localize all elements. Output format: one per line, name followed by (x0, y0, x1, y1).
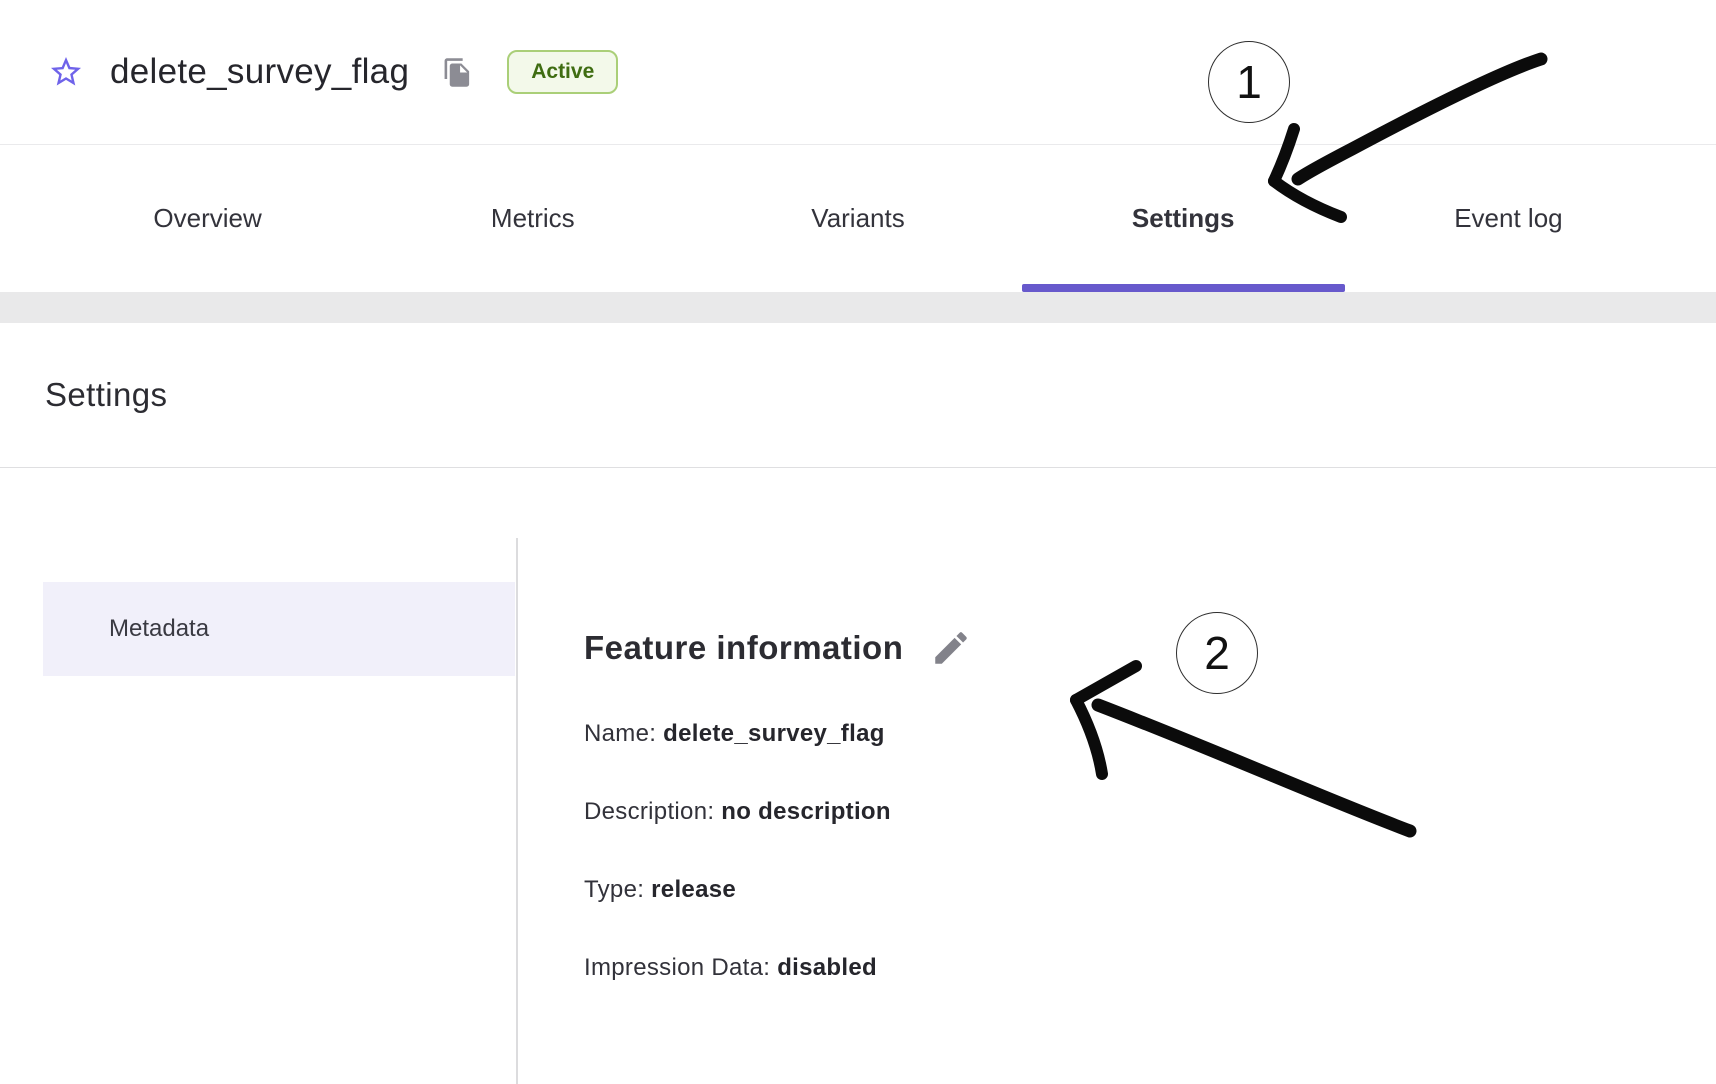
field-impression-data-label: Impression Data: (584, 954, 770, 981)
field-type-label: Type: (584, 876, 644, 903)
annotation-circle-1: 1 (1208, 41, 1290, 123)
field-type-value: release (651, 876, 736, 903)
field-description-label: Description: (584, 798, 714, 825)
field-name: Name: delete_survey_flag (584, 720, 1716, 747)
feature-information-header: Feature information (584, 626, 1716, 670)
pencil-icon (930, 627, 972, 669)
tab-variants[interactable]: Variants (695, 145, 1020, 292)
field-impression-data: Impression Data: disabled (584, 954, 1716, 981)
tab-settings[interactable]: Settings (1021, 145, 1346, 292)
tab-event-log[interactable]: Event log (1346, 145, 1671, 292)
feature-fields: Name: delete_survey_flag Description: no… (584, 720, 1716, 981)
annotation-1-number: 1 (1236, 55, 1262, 109)
annotation-circle-2: 2 (1176, 612, 1258, 694)
field-description-value: no description (721, 798, 891, 825)
flag-header: delete_survey_flag Active (0, 0, 1716, 145)
copy-name-button[interactable] (441, 56, 473, 88)
flag-tabbar: Overview Metrics Variants Settings Event… (0, 145, 1716, 292)
status-badge: Active (507, 50, 618, 94)
tab-overview[interactable]: Overview (45, 145, 370, 292)
copy-icon (442, 57, 473, 88)
tab-metrics-label: Metrics (491, 203, 575, 234)
field-description: Description: no description (584, 798, 1716, 825)
star-outline-icon (48, 54, 84, 90)
field-impression-data-value: disabled (777, 954, 877, 981)
settings-side-nav: Metadata (0, 468, 516, 1084)
favorite-star-button[interactable] (48, 54, 84, 90)
tab-variants-label: Variants (811, 203, 904, 234)
tab-settings-label: Settings (1132, 203, 1235, 234)
sidebar-item-metadata-label: Metadata (109, 615, 209, 643)
annotation-2-number: 2 (1204, 626, 1230, 680)
section-header: Settings (0, 323, 1716, 468)
section-title: Settings (45, 376, 167, 414)
tab-metrics[interactable]: Metrics (370, 145, 695, 292)
tab-overview-label: Overview (153, 203, 261, 234)
metadata-panel: Feature information Name: delete_survey_… (516, 468, 1716, 1084)
tab-event-log-label: Event log (1454, 203, 1562, 234)
sidebar-item-metadata[interactable]: Metadata (43, 582, 515, 676)
vertical-divider (516, 538, 518, 1084)
field-type: Type: release (584, 876, 1716, 903)
feature-information-title: Feature information (584, 629, 903, 667)
settings-content: Metadata Feature information Name: delet… (0, 468, 1716, 1084)
tabbar-shadow-band (0, 292, 1716, 323)
field-name-value: delete_survey_flag (663, 720, 885, 747)
page-title: delete_survey_flag (110, 52, 409, 92)
edit-feature-button[interactable] (929, 626, 973, 670)
field-name-label: Name: (584, 720, 656, 747)
